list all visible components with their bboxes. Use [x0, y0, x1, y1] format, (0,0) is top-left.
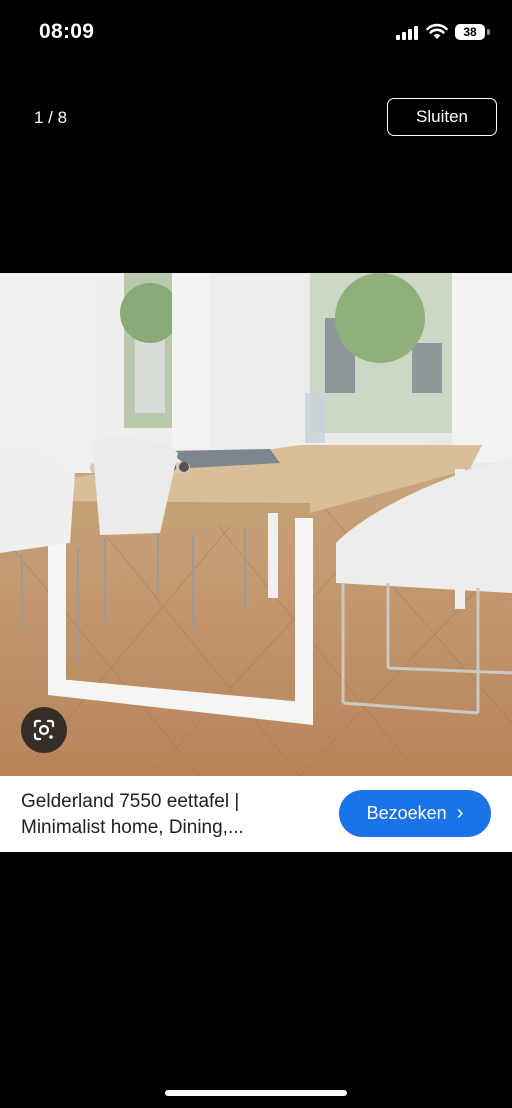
result-title-line1: Gelderland 7550 eettafel |: [21, 791, 240, 812]
product-image[interactable]: [0, 273, 512, 776]
image-counter: 1 / 8: [34, 108, 68, 127]
home-indicator[interactable]: [165, 1090, 347, 1096]
google-lens-icon: [33, 719, 55, 741]
close-button[interactable]: Sluiten: [387, 98, 497, 136]
chevron-right-icon: ›: [456, 802, 464, 824]
visit-button[interactable]: Bezoeken ›: [339, 790, 491, 837]
status-bar: 08:09 38: [0, 0, 512, 64]
dining-table-photo: [0, 273, 512, 776]
battery-indicator: 38: [455, 24, 485, 40]
google-lens-button[interactable]: [21, 707, 67, 753]
battery-cap: [487, 29, 490, 35]
status-time: 08:09: [39, 20, 95, 43]
cellular-signal-icon: [396, 26, 418, 40]
result-title[interactable]: Gelderland 7550 eettafel | Minimalist ho…: [21, 789, 321, 841]
wifi-icon: [426, 23, 448, 39]
visit-button-label: Bezoeken: [366, 803, 447, 823]
result-title-line2: Minimalist home, Dining,...: [21, 817, 244, 838]
